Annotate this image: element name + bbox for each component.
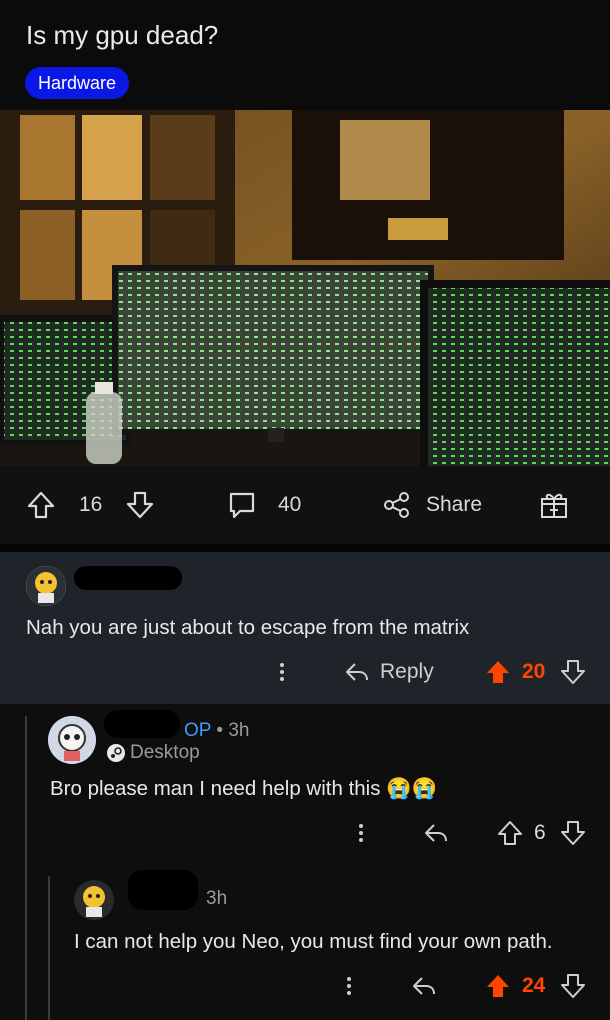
reply-icon	[346, 663, 368, 681]
comment-icon	[229, 492, 255, 519]
thread-line[interactable]	[25, 716, 27, 1020]
downvote-icon	[561, 974, 585, 998]
downvote-icon	[126, 491, 154, 519]
comment-time: 3h	[206, 888, 228, 909]
downvote-icon	[561, 821, 585, 845]
vote-count: 24	[522, 974, 546, 997]
share-icon	[384, 492, 409, 518]
upvote-button[interactable]	[486, 972, 510, 1000]
upvote-button[interactable]	[498, 819, 522, 847]
reply-button[interactable]	[411, 972, 437, 1000]
more-options-button[interactable]	[358, 821, 364, 845]
reply-icon	[425, 824, 447, 842]
avatar-image	[48, 716, 96, 764]
redacted-username	[74, 566, 182, 590]
more-options-button[interactable]	[346, 974, 352, 998]
redacted-username	[128, 870, 198, 910]
avatar[interactable]	[48, 716, 96, 764]
comment-text: Nah you are just about to escape from th…	[26, 616, 470, 639]
post-title: Is my gpu dead?	[26, 20, 219, 50]
upvote-filled-icon	[487, 661, 509, 683]
vote-count: 20	[522, 660, 546, 683]
downvote-icon	[561, 660, 585, 684]
upvote-icon	[27, 491, 55, 519]
post-upvote-button[interactable]	[26, 466, 56, 544]
comment-thread: OP • 3h Desktop Bro please man I need he…	[0, 704, 610, 1020]
gift-icon	[541, 493, 567, 518]
steam-icon	[107, 744, 125, 762]
comment-highlighted: Nah you are just about to escape from th…	[0, 552, 610, 704]
downvote-button[interactable]	[561, 658, 585, 686]
post-image[interactable]	[0, 110, 610, 466]
avatar[interactable]	[74, 880, 114, 920]
avatar-image	[26, 566, 66, 606]
share-label: Share	[426, 493, 483, 516]
section-divider	[0, 544, 610, 552]
reply-button[interactable]	[423, 819, 449, 847]
reply-button[interactable]: Reply	[344, 658, 434, 686]
comment-text: I can not help you Neo, you must find yo…	[74, 930, 553, 953]
flair-badge[interactable]: Hardware	[25, 67, 130, 99]
thread-line[interactable]	[48, 876, 50, 1020]
comment-count: 40	[278, 493, 302, 516]
comment-time: 3h	[228, 720, 250, 741]
vote-count: 6	[534, 821, 546, 844]
platform-flair: Desktop	[106, 742, 200, 764]
comment-text: Bro please man I need help with this 😭😭	[50, 777, 438, 800]
post-action-bar: 16 40 Share	[0, 466, 610, 544]
post-downvote-button[interactable]	[125, 466, 155, 544]
op-badge: OP	[184, 720, 212, 741]
upvote-icon	[498, 821, 522, 845]
comments-button[interactable]: 40	[226, 466, 301, 544]
post-image-illustration	[0, 110, 610, 466]
post-header: Is my gpu dead? Hardware	[0, 0, 610, 110]
share-button[interactable]: Share	[382, 466, 482, 544]
comment-meta: OP • 3h	[184, 720, 250, 741]
avatar-image	[74, 880, 114, 920]
redacted-username	[104, 710, 180, 738]
downvote-button[interactable]	[561, 972, 585, 1000]
award-button[interactable]	[538, 466, 570, 544]
reply-icon	[413, 977, 435, 995]
more-options-button[interactable]	[279, 660, 285, 684]
upvote-filled-icon	[487, 975, 509, 997]
avatar[interactable]	[26, 566, 66, 606]
reply-label: Reply	[380, 660, 434, 683]
downvote-button[interactable]	[561, 819, 585, 847]
upvote-button[interactable]	[486, 658, 510, 686]
post-vote-count: 16	[79, 493, 103, 516]
